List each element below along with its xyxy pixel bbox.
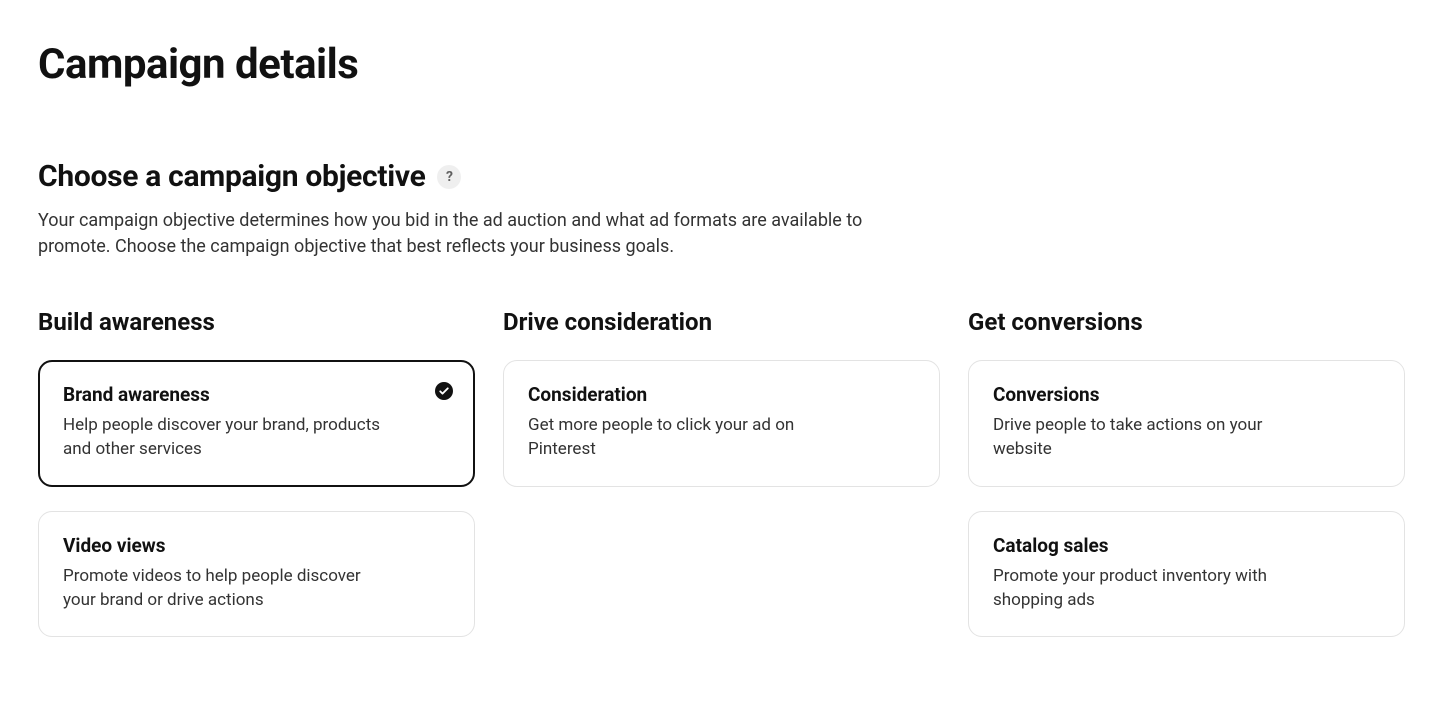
- card-description: Promote your product inventory with shop…: [993, 565, 1323, 613]
- card-title: Video views: [63, 534, 450, 557]
- card-video-views[interactable]: Video views Promote videos to help peopl…: [38, 511, 475, 638]
- card-brand-awareness[interactable]: Brand awareness Help people discover you…: [38, 360, 475, 487]
- section-heading: Choose a campaign objective: [38, 159, 425, 194]
- card-conversions[interactable]: Conversions Drive people to take actions…: [968, 360, 1405, 487]
- card-title: Brand awareness: [63, 383, 450, 406]
- column-title-conversions: Get conversions: [968, 308, 1405, 336]
- column-title-consideration: Drive consideration: [503, 308, 940, 336]
- card-title: Conversions: [993, 383, 1380, 406]
- objective-columns: Build awareness Brand awareness Help peo…: [38, 308, 1405, 661]
- card-description: Drive people to take actions on your web…: [993, 414, 1323, 462]
- checkmark-icon: [435, 382, 453, 400]
- card-description: Get more people to click your ad on Pint…: [528, 414, 858, 462]
- card-title: Consideration: [528, 383, 915, 406]
- card-consideration[interactable]: Consideration Get more people to click y…: [503, 360, 940, 487]
- column-get-conversions: Get conversions Conversions Drive people…: [968, 308, 1405, 661]
- card-description: Help people discover your brand, product…: [63, 414, 393, 462]
- help-icon[interactable]: ?: [437, 165, 461, 189]
- section-description: Your campaign objective determines how y…: [38, 208, 938, 260]
- column-drive-consideration: Drive consideration Consideration Get mo…: [503, 308, 940, 661]
- page-title: Campaign details: [38, 40, 1405, 89]
- card-catalog-sales[interactable]: Catalog sales Promote your product inven…: [968, 511, 1405, 638]
- column-build-awareness: Build awareness Brand awareness Help peo…: [38, 308, 475, 661]
- section-heading-row: Choose a campaign objective ?: [38, 159, 1405, 194]
- card-description: Promote videos to help people discover y…: [63, 565, 393, 613]
- card-title: Catalog sales: [993, 534, 1380, 557]
- column-title-awareness: Build awareness: [38, 308, 475, 336]
